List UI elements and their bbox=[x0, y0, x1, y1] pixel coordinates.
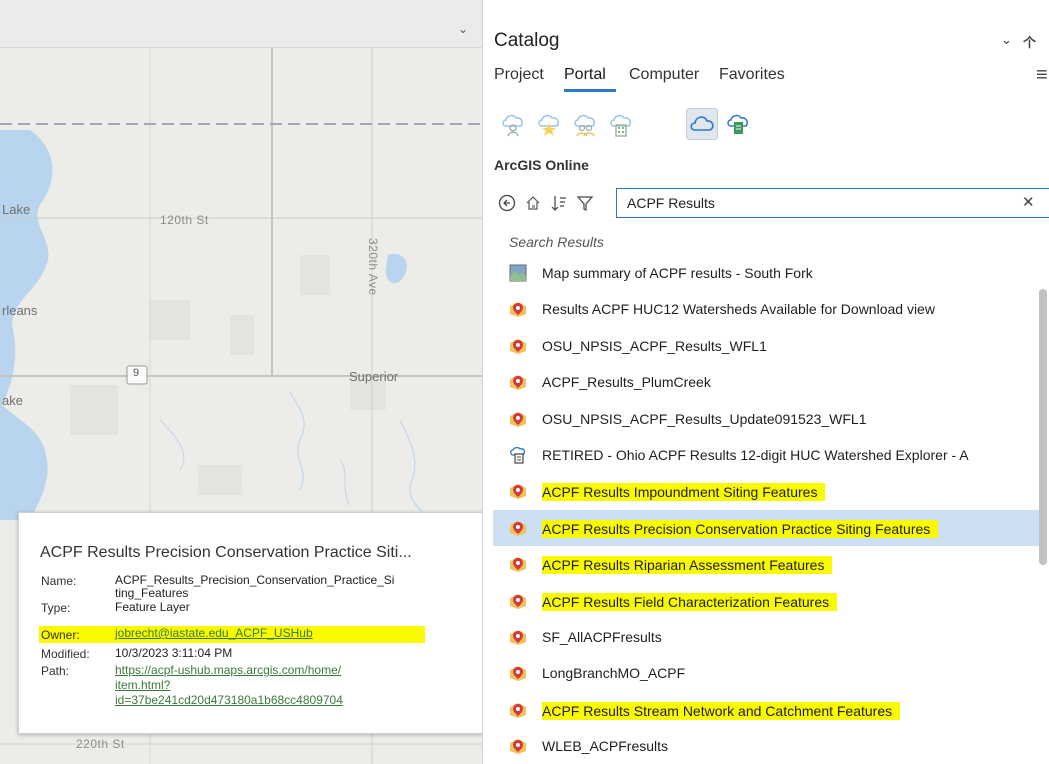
item-details-popup: ACPF Results Precision Conservation Prac… bbox=[18, 512, 488, 734]
map-label-orleans: rleans bbox=[2, 303, 38, 318]
living-atlas-icon[interactable] bbox=[722, 108, 754, 140]
result-row[interactable]: ACPF Results Impoundment Siting Features bbox=[493, 473, 1045, 509]
result-row[interactable]: OSU_NPSIS_ACPF_Results_WFL1 bbox=[493, 328, 1045, 364]
feature-layer-icon bbox=[509, 628, 527, 646]
modified-key: Modified: bbox=[41, 647, 90, 661]
my-groups-icon[interactable] bbox=[569, 108, 601, 140]
type-value: Feature Layer bbox=[115, 600, 190, 614]
map-label-route-9: 9 bbox=[133, 367, 140, 379]
result-label: RETIRED - Ohio ACPF Results 12-digit HUC… bbox=[542, 447, 969, 463]
result-label: WLEB_ACPFresults bbox=[542, 738, 669, 755]
feature-layer-icon bbox=[509, 410, 527, 428]
my-organization-icon[interactable] bbox=[605, 108, 637, 140]
result-row[interactable]: Results ACPF HUC12 Watersheds Available … bbox=[493, 291, 1045, 327]
feature-layer-icon bbox=[509, 300, 527, 318]
web-app-icon bbox=[509, 446, 527, 464]
type-key: Type: bbox=[41, 601, 71, 615]
result-row[interactable]: OSU_NPSIS_ACPF_Results_Update091523_WFL1 bbox=[493, 401, 1045, 437]
result-row[interactable]: WLEB_ACPFresults bbox=[493, 728, 1045, 764]
modified-value: 10/3/2023 3:11:04 PM bbox=[115, 646, 233, 660]
sort-icon[interactable] bbox=[548, 192, 570, 214]
result-label: ACPF Results Riparian Assessment Feature… bbox=[542, 556, 833, 575]
name-key: Name: bbox=[41, 574, 77, 588]
feature-layer-icon bbox=[509, 519, 527, 537]
lake-shape-2 bbox=[0, 270, 19, 330]
feature-layer-icon bbox=[509, 664, 527, 682]
map-icon bbox=[509, 264, 527, 282]
search-bar: ✕ bbox=[494, 188, 1049, 218]
path-key: Path: bbox=[41, 664, 70, 678]
pane-options-chevron-icon[interactable]: ⌄ bbox=[1001, 32, 1012, 48]
owner-link[interactable]: jobrecht@iastate.edu_ACPF_USHub bbox=[115, 626, 313, 641]
result-label: ACPF Results Field Characterization Feat… bbox=[542, 592, 838, 611]
result-row[interactable]: SF_AllACPFresults bbox=[493, 619, 1045, 655]
result-label: Map summary of ACPF results - South Fork bbox=[542, 265, 813, 281]
result-label: Results ACPF HUC12 Watersheds Available … bbox=[542, 301, 935, 318]
tab-computer[interactable]: Computer bbox=[629, 66, 699, 84]
feature-layer-icon bbox=[509, 592, 527, 610]
map-label-lake-2: ake bbox=[2, 393, 23, 408]
small-lake bbox=[385, 253, 407, 284]
result-row[interactable]: Map summary of ACPF results - South Fork bbox=[493, 255, 1045, 291]
result-label: OSU_NPSIS_ACPF_Results_Update091523_WFL1 bbox=[542, 410, 867, 427]
tab-favorites[interactable]: Favorites bbox=[719, 66, 785, 84]
path-link-line1[interactable]: https://acpf-ushub.maps.arcgis.com/home/ bbox=[115, 663, 341, 678]
map-header-strip: ⌄ bbox=[0, 0, 482, 48]
hamburger-menu-icon[interactable]: ≡ bbox=[1036, 64, 1048, 87]
pin-icon[interactable]: 个 bbox=[1023, 32, 1036, 51]
map-label-lake: Lake bbox=[2, 202, 31, 217]
feature-layer-icon bbox=[509, 373, 527, 391]
result-label: ACPF Results Precision Conservation Prac… bbox=[542, 519, 939, 538]
result-row[interactable]: ACPF Results Stream Network and Catchmen… bbox=[493, 692, 1045, 728]
map-label-120th-st: 120th St bbox=[160, 213, 209, 227]
popup-title: ACPF Results Precision Conservation Prac… bbox=[40, 544, 412, 561]
result-row[interactable]: ACPF Results Field Characterization Feat… bbox=[493, 583, 1045, 619]
result-row[interactable]: ACPF_Results_PlumCreek bbox=[493, 364, 1045, 400]
result-label: ACPF Results Impoundment Siting Features bbox=[542, 483, 826, 502]
portal-name-label: ArcGIS Online bbox=[494, 157, 589, 173]
result-row[interactable]: ACPF Results Riparian Assessment Feature… bbox=[493, 546, 1045, 582]
lake-shape bbox=[0, 130, 53, 520]
home-icon[interactable] bbox=[522, 192, 544, 214]
feature-layer-icon bbox=[509, 482, 527, 500]
result-label: ACPF Results Stream Network and Catchmen… bbox=[542, 701, 901, 720]
chevron-down-icon[interactable]: ⌄ bbox=[458, 22, 468, 36]
result-label: ACPF_Results_PlumCreek bbox=[542, 374, 711, 391]
search-input[interactable] bbox=[616, 188, 1049, 218]
back-arrow-icon[interactable] bbox=[496, 192, 518, 214]
active-tab-indicator bbox=[564, 89, 616, 92]
scrollbar-thumb[interactable] bbox=[1039, 289, 1047, 565]
path-link-line3[interactable]: id=37be241cd20d473180a1b68cc4809704 bbox=[115, 693, 343, 708]
path-link-line2[interactable]: item.html? bbox=[115, 678, 170, 693]
owner-key: Owner: bbox=[41, 628, 80, 642]
filter-icon[interactable] bbox=[574, 192, 596, 214]
result-row[interactable]: ACPF Results Precision Conservation Prac… bbox=[493, 509, 1045, 546]
feature-layer-icon bbox=[509, 555, 527, 573]
result-label: OSU_NPSIS_ACPF_Results_WFL1 bbox=[542, 337, 767, 354]
result-label: LongBranchMO_ACPF bbox=[542, 665, 686, 682]
result-label: SF_AllACPFresults bbox=[542, 629, 662, 645]
name-value-line2: ting_Features bbox=[115, 586, 189, 600]
clear-search-icon[interactable]: ✕ bbox=[1022, 193, 1035, 211]
my-content-icon[interactable] bbox=[497, 108, 529, 140]
feature-layer-icon bbox=[509, 737, 527, 755]
feature-layer-icon bbox=[509, 701, 527, 719]
map-label-320th-ave: 320th Ave bbox=[366, 238, 380, 296]
arcgis-online-icon[interactable] bbox=[686, 108, 718, 140]
tab-project[interactable]: Project bbox=[494, 66, 544, 84]
search-results-label: Search Results bbox=[509, 234, 604, 250]
feature-layer-icon bbox=[509, 337, 527, 355]
result-row[interactable]: LongBranchMO_ACPF bbox=[493, 655, 1045, 691]
app-window: ⌄ Lake 120th St 320th Ave rleans 9 Super… bbox=[0, 0, 1049, 764]
result-row[interactable]: RETIRED - Ohio ACPF Results 12-digit HUC… bbox=[493, 437, 1045, 473]
catalog-pane: Catalog ⌄ 个 Project Portal Computer Favo… bbox=[482, 0, 1049, 764]
tab-portal[interactable]: Portal bbox=[564, 66, 606, 84]
map-label-superior: Superior bbox=[349, 369, 399, 384]
map-label-220th-st: 220th St bbox=[76, 737, 125, 751]
my-favorites-icon[interactable] bbox=[533, 108, 565, 140]
pane-title: Catalog bbox=[494, 30, 560, 51]
